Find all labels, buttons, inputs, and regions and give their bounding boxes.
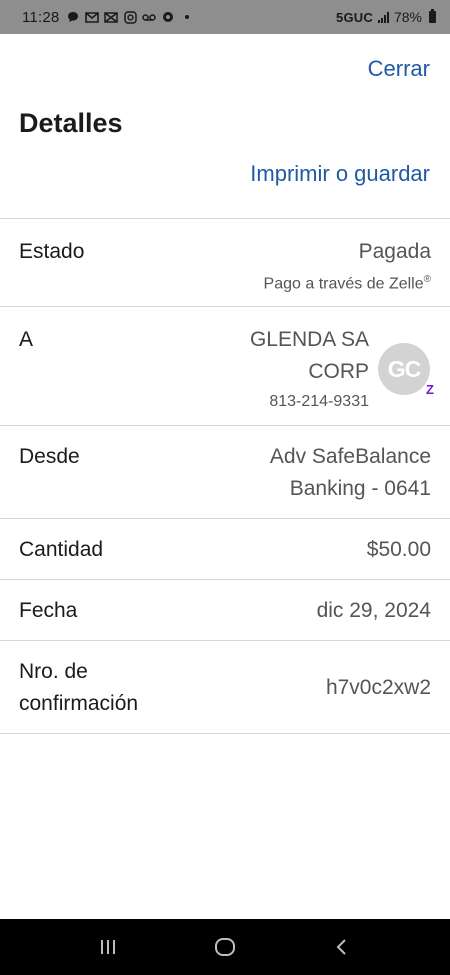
- confirmation-value: h7v0c2xw2: [325, 676, 431, 699]
- recent-apps-icon: [101, 940, 116, 954]
- status-subtext-text: Pago a través de Zelle: [263, 275, 424, 293]
- voicemail-icon: [142, 10, 157, 24]
- date-value: dic 29, 2024: [316, 599, 431, 622]
- status-time: 11:28: [22, 8, 60, 26]
- battery-icon: [429, 9, 436, 23]
- home-button[interactable]: [205, 927, 245, 967]
- zelle-icon: Z: [426, 382, 434, 397]
- status-value-block: Pagada Pago a través de Zelle®: [264, 236, 431, 296]
- recipient-label: A: [19, 328, 34, 351]
- recipient-value-block: GLENDA SA CORP 813-214-9331: [250, 324, 369, 414]
- chrome-icon: [161, 10, 175, 24]
- confirmation-label-line2: confirmación: [19, 692, 139, 715]
- amount-label: Cantidad: [19, 538, 104, 561]
- from-account-line2: Banking - 0641: [289, 477, 431, 500]
- detail-row-confirmation: Nro. de confirmación h7v0c2xw2: [0, 641, 450, 734]
- recipient-name-line2: CORP: [308, 360, 369, 383]
- status-label: Estado: [19, 240, 85, 263]
- detail-row-status: Estado Pagada Pago a través de Zelle®: [0, 219, 450, 307]
- back-icon: [336, 939, 346, 955]
- date-label: Fecha: [19, 599, 78, 622]
- recipient-phone: 813-214-9331: [269, 393, 369, 410]
- detail-row-from: Desde Adv SafeBalance Banking - 0641: [0, 426, 450, 519]
- navigation-bar: [0, 919, 450, 975]
- amount-value: $50.00: [366, 538, 431, 561]
- status-subtext: Pago a través de Zelle®: [264, 268, 431, 296]
- home-icon: [214, 938, 235, 956]
- confirmation-label: Nro. de confirmación: [19, 656, 138, 720]
- recent-apps-button[interactable]: [88, 927, 128, 967]
- signal-icon: [377, 11, 389, 23]
- from-value-block: Adv SafeBalance Banking - 0641: [270, 441, 431, 505]
- back-button[interactable]: [322, 927, 362, 967]
- instagram-icon: [123, 10, 137, 24]
- detail-row-date: Fecha dic 29, 2024: [0, 580, 450, 641]
- recipient-avatar: GC Z: [378, 343, 434, 397]
- gmail-icon: [85, 10, 100, 24]
- chat-bubble-icon: [66, 10, 80, 24]
- confirmation-label-line1: Nro. de: [19, 660, 88, 683]
- detail-row-recipient: A GLENDA SA CORP 813-214-9331 GC Z: [0, 307, 450, 426]
- detail-row-amount: Cantidad $50.00: [0, 519, 450, 580]
- recipient-name-line1: GLENDA SA: [249, 328, 369, 351]
- from-account-line1: Adv SafeBalance: [269, 445, 431, 468]
- status-bar-right: 5GUC 78%: [336, 9, 436, 25]
- network-label: 5GUC: [336, 9, 373, 25]
- details-list: Estado Pagada Pago a través de Zelle® A …: [0, 218, 450, 734]
- battery-percent: 78%: [393, 9, 422, 25]
- dot-icon: [180, 10, 194, 24]
- status-bar-left: 11:28: [22, 9, 194, 26]
- status-value: Pagada: [358, 240, 431, 263]
- avatar-initials: GC: [387, 355, 421, 382]
- status-bar: 11:28 5GUC 78%: [0, 0, 450, 34]
- page-title: Detalles: [19, 108, 123, 138]
- close-button[interactable]: Cerrar: [368, 56, 430, 82]
- registered-mark: ®: [423, 274, 431, 285]
- from-label: Desde: [19, 445, 80, 468]
- print-or-save-button[interactable]: Imprimir o guardar: [250, 161, 430, 187]
- mail-icon: [104, 10, 119, 24]
